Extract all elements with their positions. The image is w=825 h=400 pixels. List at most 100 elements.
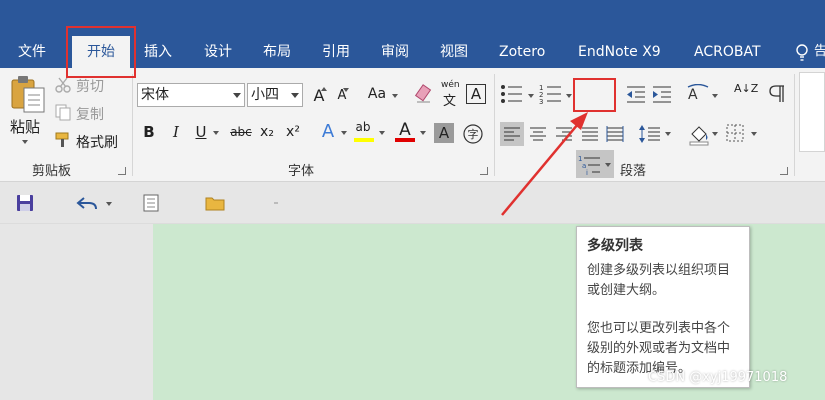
align-left-icon[interactable] [500,122,524,146]
underline-button[interactable]: U [191,123,211,141]
tab-acrobat[interactable]: ACROBAT [694,36,761,68]
svg-text:3: 3 [539,98,543,105]
styles-gallery[interactable] [799,72,825,152]
save-icon[interactable] [16,194,34,212]
tooltip-description: 创建多级列表以组织项目或创建大纲。 [587,263,731,298]
underline-caret[interactable] [213,131,219,135]
font-group-label: 字体 [288,164,315,179]
font-size-combo[interactable]: 小四 [247,83,303,107]
tab-file[interactable]: 文件 [18,36,46,68]
paste-icon[interactable] [8,74,48,114]
line-spacing-caret[interactable] [665,132,671,136]
copy-icon [55,104,71,121]
chinese-layout-caret[interactable] [712,94,718,98]
numbering-icon[interactable]: 1 2 3 [539,83,563,105]
enclose-characters-icon[interactable]: 字 [462,123,484,145]
print-preview-icon[interactable] [142,194,160,212]
align-right-icon[interactable] [553,122,575,146]
highlight-button[interactable]: ab [353,120,373,134]
italic-button[interactable]: I [166,123,186,141]
svg-text:i: i [586,169,588,176]
font-color-caret[interactable] [420,131,426,135]
paste-dropdown-caret[interactable] [22,140,28,144]
chinese-layout-icon[interactable]: A [686,84,710,104]
character-shading-button[interactable]: A [434,123,454,143]
tab-endnote[interactable]: EndNote X9 [578,36,661,68]
shading-icon[interactable] [688,122,710,146]
quick-access-toolbar [0,182,825,224]
tooltip-title: 多级列表 [587,238,643,254]
svg-text:字: 字 [468,127,479,141]
font-name-value: 宋体 [141,87,169,103]
phonetic-guide-top: wén [441,80,460,90]
paste-button[interactable]: 粘贴 [10,116,40,137]
font-color-button[interactable]: A [395,120,415,140]
qat-customize-caret[interactable] [274,202,278,204]
tab-layout[interactable]: 布局 [263,36,291,68]
sort-button[interactable]: A↓Z [734,83,758,94]
tab-references[interactable]: 引用 [322,36,350,68]
format-painter-button[interactable]: 格式刷 [76,132,118,152]
strikethrough-button[interactable]: abc [228,125,254,139]
borders-caret[interactable] [751,132,757,136]
text-effects-button[interactable]: A [318,121,338,142]
bullets-caret[interactable] [528,94,534,98]
grow-font-caret [321,87,327,91]
font-dialog-launcher[interactable] [480,167,488,175]
subscript-button[interactable]: x₂ [257,124,277,140]
tab-zotero[interactable]: Zotero [499,36,545,68]
superscript-button[interactable]: x² [283,124,303,140]
font-color-swatch [395,138,415,142]
clipboard-group-label: 剪贴板 [32,164,72,179]
lightbulb-icon[interactable] [795,44,809,62]
document-margin-area [0,224,153,400]
clipboard-dialog-launcher[interactable] [118,167,126,175]
bullets-icon[interactable] [500,83,524,105]
shading-caret[interactable] [712,132,718,136]
text-effects-caret[interactable] [341,131,347,135]
highlight-caret[interactable] [379,131,385,135]
clear-formatting-icon[interactable] [414,84,434,104]
justify-icon[interactable] [579,122,601,146]
group-separator [494,74,495,176]
open-folder-icon[interactable] [205,195,225,211]
paragraph-dialog-launcher[interactable] [780,167,788,175]
home-tab-annotation-box [66,26,136,78]
borders-icon[interactable] [725,123,745,143]
line-spacing-icon[interactable] [638,122,662,146]
change-case-button[interactable]: Aa [364,86,390,102]
multilevel-list-icon: 1 a i [578,155,600,176]
distribute-icon[interactable] [604,122,626,146]
font-name-combo[interactable]: 宋体 [137,83,245,107]
copy-button[interactable]: 复制 [76,104,104,124]
chevron-down-icon [291,93,299,98]
show-marks-icon[interactable] [768,84,786,104]
phonetic-guide-button[interactable]: 文 [443,90,456,109]
group-separator [132,74,133,176]
tab-view[interactable]: 视图 [440,36,468,68]
undo-caret[interactable] [106,202,112,206]
format-painter-icon [55,132,69,147]
paragraph-group-label: 段落 [620,164,647,179]
multilevel-list-caret[interactable] [605,163,611,167]
chevron-down-icon [233,93,241,98]
bold-button[interactable]: B [139,123,159,141]
cut-button[interactable]: 剪切 [76,76,104,96]
shrink-font-button[interactable]: A [332,88,352,103]
numbering-caret[interactable] [566,94,572,98]
character-border-button[interactable]: A [466,84,486,104]
tab-review[interactable]: 审阅 [381,36,409,68]
tab-insert[interactable]: 插入 [144,36,172,68]
tab-design[interactable]: 设计 [204,36,232,68]
highlight-color-swatch [354,138,374,142]
tell-me-label[interactable]: 告 [814,36,825,68]
undo-icon[interactable] [76,194,98,212]
ribbon-home: 粘贴 剪切 复制 格式刷 剪贴板 宋体 小四 A A Aa wén 文 A B … [0,68,825,182]
decrease-indent-icon[interactable] [625,84,647,104]
increase-indent-icon[interactable] [651,84,673,104]
change-case-caret[interactable] [392,94,398,98]
align-center-icon[interactable] [527,122,549,146]
multilevel-annotation-box [573,78,616,112]
scissors-icon [55,77,71,93]
font-size-value: 小四 [251,87,279,103]
